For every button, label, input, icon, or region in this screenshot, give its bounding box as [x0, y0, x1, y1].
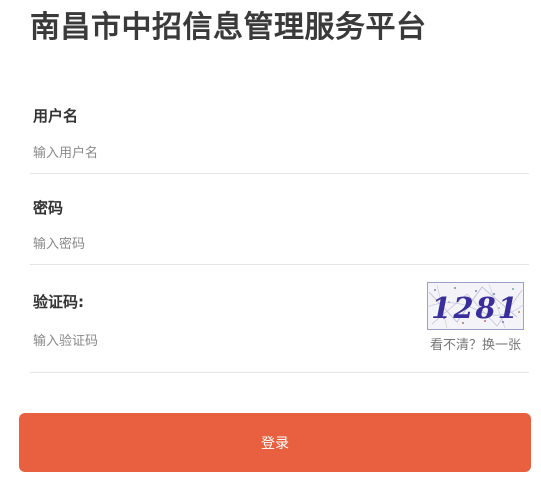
captcha-image-text: 1281 — [431, 291, 520, 325]
captcha-image[interactable]: 1281 — [427, 282, 524, 330]
password-input[interactable] — [30, 233, 413, 255]
username-input[interactable] — [30, 142, 413, 164]
username-label: 用户名 — [33, 107, 79, 125]
captcha-label: 验证码: — [33, 293, 84, 311]
password-label: 密码 — [33, 199, 64, 217]
login-button[interactable]: 登录 — [19, 413, 531, 472]
captcha-refresh-link[interactable]: 看不清？换一张 — [430, 334, 521, 353]
page-title: 南昌市中招信息管理服务平台 — [30, 10, 427, 45]
captcha-field-group: 验证码: 1281 看不清？换一张 — [30, 280, 529, 373]
username-field-group: 用户名 — [30, 96, 529, 174]
captcha-input[interactable] — [30, 330, 333, 352]
password-field-group: 密码 — [30, 188, 529, 265]
